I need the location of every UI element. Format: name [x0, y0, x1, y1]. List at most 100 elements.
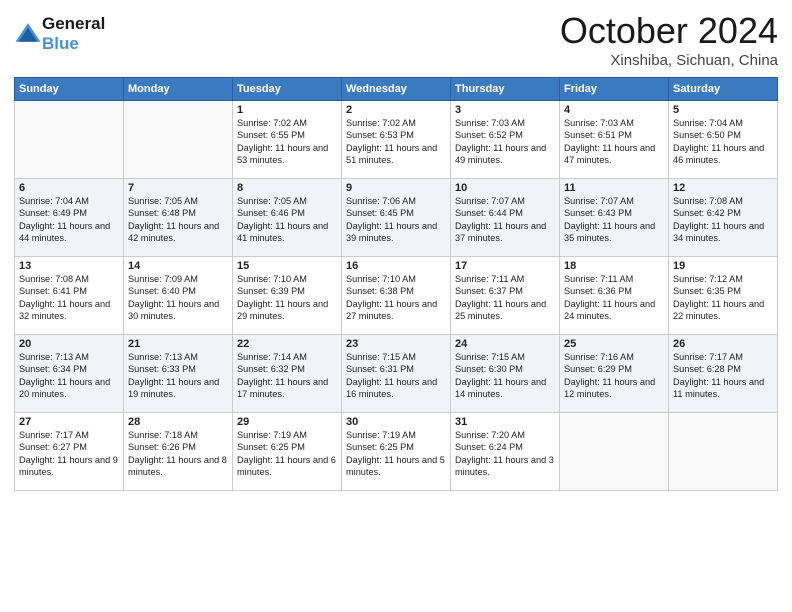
day-info-line: Sunrise: 7:13 AM	[128, 351, 228, 363]
day-info-line: Daylight: 11 hours and 39 minutes.	[346, 220, 446, 245]
day-info-line: Daylight: 11 hours and 47 minutes.	[564, 142, 664, 167]
day-info-line: Sunset: 6:28 PM	[673, 363, 773, 375]
day-info-line: Sunrise: 7:19 AM	[346, 429, 446, 441]
day-info-line: Sunrise: 7:12 AM	[673, 273, 773, 285]
day-number: 18	[564, 260, 664, 272]
day-cell: 4Sunrise: 7:03 AMSunset: 6:51 PMDaylight…	[560, 101, 669, 179]
day-info-line: Sunrise: 7:09 AM	[128, 273, 228, 285]
day-cell: 23Sunrise: 7:15 AMSunset: 6:31 PMDayligh…	[342, 335, 451, 413]
day-number: 28	[128, 416, 228, 428]
day-info-line: Daylight: 11 hours and 34 minutes.	[673, 220, 773, 245]
day-info-line: Daylight: 11 hours and 17 minutes.	[237, 376, 337, 401]
day-info-line: Sunrise: 7:14 AM	[237, 351, 337, 363]
day-info-line: Sunset: 6:25 PM	[237, 441, 337, 453]
day-number: 12	[673, 182, 773, 194]
day-info-line: Sunrise: 7:05 AM	[128, 195, 228, 207]
day-cell: 8Sunrise: 7:05 AMSunset: 6:46 PMDaylight…	[233, 179, 342, 257]
day-number: 2	[346, 104, 446, 116]
day-cell: 9Sunrise: 7:06 AMSunset: 6:45 PMDaylight…	[342, 179, 451, 257]
day-info-line: Daylight: 11 hours and 30 minutes.	[128, 298, 228, 323]
day-info-line: Daylight: 11 hours and 6 minutes.	[237, 454, 337, 479]
day-number: 23	[346, 338, 446, 350]
day-number: 4	[564, 104, 664, 116]
day-info-line: Sunset: 6:24 PM	[455, 441, 555, 453]
logo-icon	[14, 20, 42, 48]
day-cell: 17Sunrise: 7:11 AMSunset: 6:37 PMDayligh…	[451, 257, 560, 335]
day-info-line: Sunset: 6:46 PM	[237, 207, 337, 219]
day-info-line: Daylight: 11 hours and 42 minutes.	[128, 220, 228, 245]
day-info-line: Daylight: 11 hours and 12 minutes.	[564, 376, 664, 401]
day-info-line: Sunset: 6:38 PM	[346, 285, 446, 297]
day-number: 19	[673, 260, 773, 272]
day-info-line: Daylight: 11 hours and 24 minutes.	[564, 298, 664, 323]
location: Xinshiba, Sichuan, China	[560, 52, 778, 69]
day-info-line: Sunrise: 7:07 AM	[564, 195, 664, 207]
day-info-line: Sunset: 6:48 PM	[128, 207, 228, 219]
day-number: 15	[237, 260, 337, 272]
day-info-line: Sunset: 6:40 PM	[128, 285, 228, 297]
day-info-line: Sunrise: 7:10 AM	[346, 273, 446, 285]
day-cell: 18Sunrise: 7:11 AMSunset: 6:36 PMDayligh…	[560, 257, 669, 335]
day-info-line: Sunrise: 7:20 AM	[455, 429, 555, 441]
day-number: 20	[19, 338, 119, 350]
col-friday: Friday	[560, 78, 669, 101]
day-cell	[669, 413, 778, 491]
day-info-line: Daylight: 11 hours and 19 minutes.	[128, 376, 228, 401]
day-number: 29	[237, 416, 337, 428]
day-cell: 19Sunrise: 7:12 AMSunset: 6:35 PMDayligh…	[669, 257, 778, 335]
day-number: 25	[564, 338, 664, 350]
day-cell: 13Sunrise: 7:08 AMSunset: 6:41 PMDayligh…	[15, 257, 124, 335]
day-number: 26	[673, 338, 773, 350]
day-info-line: Sunset: 6:51 PM	[564, 129, 664, 141]
col-thursday: Thursday	[451, 78, 560, 101]
day-cell: 5Sunrise: 7:04 AMSunset: 6:50 PMDaylight…	[669, 101, 778, 179]
day-number: 14	[128, 260, 228, 272]
day-info-line: Sunset: 6:33 PM	[128, 363, 228, 375]
day-info-line: Sunrise: 7:19 AM	[237, 429, 337, 441]
day-info-line: Sunset: 6:39 PM	[237, 285, 337, 297]
day-info-line: Sunset: 6:31 PM	[346, 363, 446, 375]
day-number: 13	[19, 260, 119, 272]
day-cell: 27Sunrise: 7:17 AMSunset: 6:27 PMDayligh…	[15, 413, 124, 491]
day-info-line: Daylight: 11 hours and 27 minutes.	[346, 298, 446, 323]
day-cell: 6Sunrise: 7:04 AMSunset: 6:49 PMDaylight…	[15, 179, 124, 257]
day-info-line: Daylight: 11 hours and 32 minutes.	[19, 298, 119, 323]
day-info-line: Sunrise: 7:04 AM	[19, 195, 119, 207]
calendar-table: Sunday Monday Tuesday Wednesday Thursday…	[14, 77, 778, 491]
day-info-line: Sunset: 6:34 PM	[19, 363, 119, 375]
week-row-0: 1Sunrise: 7:02 AMSunset: 6:55 PMDaylight…	[15, 101, 778, 179]
day-cell: 1Sunrise: 7:02 AMSunset: 6:55 PMDaylight…	[233, 101, 342, 179]
day-cell: 26Sunrise: 7:17 AMSunset: 6:28 PMDayligh…	[669, 335, 778, 413]
day-cell: 31Sunrise: 7:20 AMSunset: 6:24 PMDayligh…	[451, 413, 560, 491]
day-info-line: Sunrise: 7:02 AM	[237, 117, 337, 129]
day-info-line: Sunrise: 7:18 AM	[128, 429, 228, 441]
day-info-line: Sunrise: 7:06 AM	[346, 195, 446, 207]
day-cell: 29Sunrise: 7:19 AMSunset: 6:25 PMDayligh…	[233, 413, 342, 491]
day-number: 5	[673, 104, 773, 116]
day-info-line: Sunset: 6:53 PM	[346, 129, 446, 141]
page: General Blue October 2024 Xinshiba, Sich…	[0, 0, 792, 501]
day-cell: 15Sunrise: 7:10 AMSunset: 6:39 PMDayligh…	[233, 257, 342, 335]
day-info-line: Sunrise: 7:03 AM	[455, 117, 555, 129]
day-info-line: Sunrise: 7:11 AM	[564, 273, 664, 285]
col-sunday: Sunday	[15, 78, 124, 101]
day-info-line: Daylight: 11 hours and 51 minutes.	[346, 142, 446, 167]
day-number: 6	[19, 182, 119, 194]
day-info-line: Sunrise: 7:08 AM	[19, 273, 119, 285]
day-info-line: Sunset: 6:41 PM	[19, 285, 119, 297]
day-info-line: Daylight: 11 hours and 3 minutes.	[455, 454, 555, 479]
day-info-line: Sunrise: 7:04 AM	[673, 117, 773, 129]
day-cell: 10Sunrise: 7:07 AMSunset: 6:44 PMDayligh…	[451, 179, 560, 257]
header-row: Sunday Monday Tuesday Wednesday Thursday…	[15, 78, 778, 101]
day-info-line: Daylight: 11 hours and 35 minutes.	[564, 220, 664, 245]
day-cell: 28Sunrise: 7:18 AMSunset: 6:26 PMDayligh…	[124, 413, 233, 491]
day-number: 9	[346, 182, 446, 194]
day-info-line: Sunset: 6:44 PM	[455, 207, 555, 219]
day-info-line: Sunrise: 7:02 AM	[346, 117, 446, 129]
day-info-line: Sunset: 6:43 PM	[564, 207, 664, 219]
day-info-line: Sunset: 6:55 PM	[237, 129, 337, 141]
day-number: 10	[455, 182, 555, 194]
day-info-line: Daylight: 11 hours and 46 minutes.	[673, 142, 773, 167]
day-info-line: Daylight: 11 hours and 20 minutes.	[19, 376, 119, 401]
day-info-line: Sunset: 6:42 PM	[673, 207, 773, 219]
